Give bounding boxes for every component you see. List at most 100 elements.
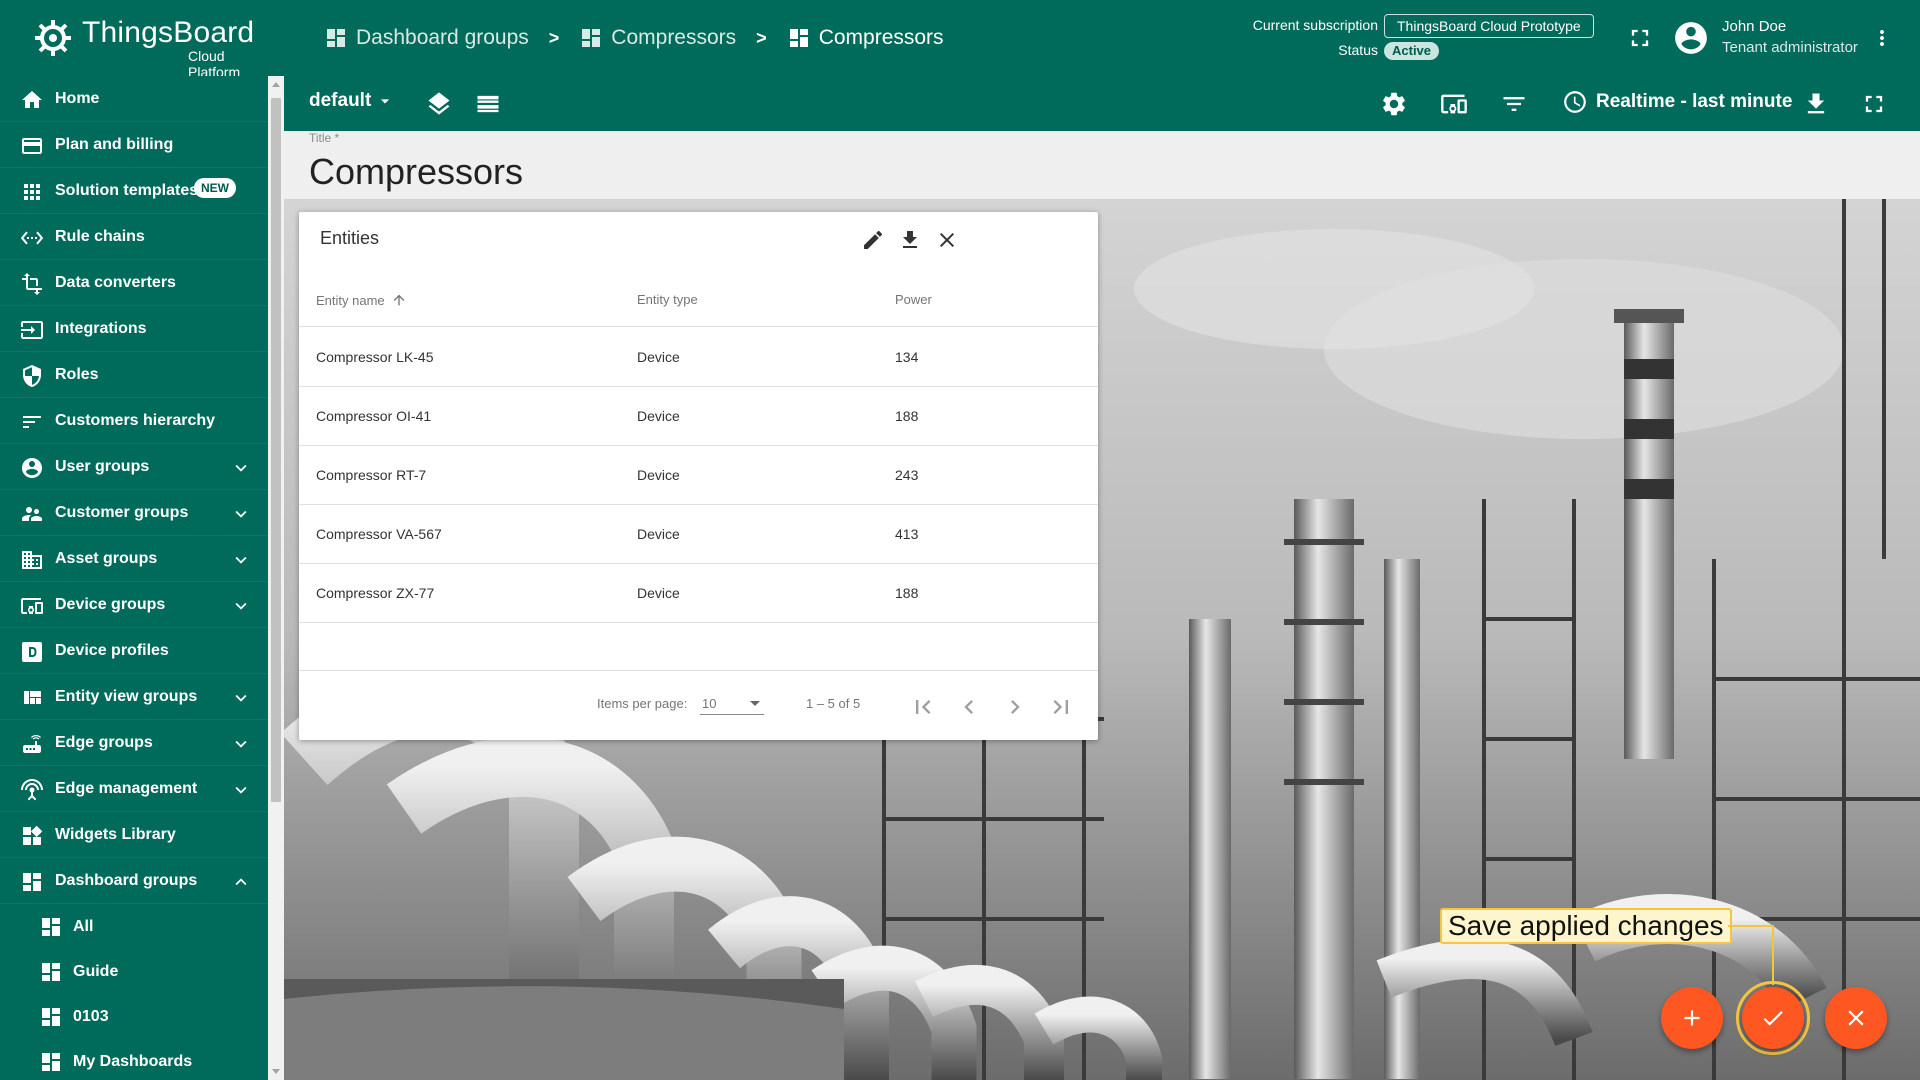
sidebar-subitem-guide[interactable]: Guide: [0, 949, 268, 994]
subscription-label: Current subscription: [1252, 17, 1378, 33]
dashboard-state-select[interactable]: default: [309, 90, 395, 112]
download-icon[interactable]: [1802, 90, 1830, 118]
sidebar-item-label: Home: [55, 90, 100, 107]
chevron-left-icon[interactable]: [955, 693, 983, 721]
sidebar-item-asset-groups[interactable]: Asset groups: [0, 536, 268, 582]
table-row[interactable]: Compressor VA-567 Device 413: [299, 505, 1098, 564]
add-widget-button[interactable]: [1661, 987, 1723, 1049]
brand-logo[interactable]: ThingsBoard Cloud Platform: [30, 10, 260, 80]
save-changes-tooltip: Save applied changes: [1440, 908, 1732, 944]
chevron-down-icon: [235, 510, 247, 518]
sidebar-item-device-groups[interactable]: Device groups: [0, 582, 268, 628]
subscription-plan-chip[interactable]: ThingsBoard Cloud Prototype: [1384, 14, 1594, 38]
close-icon[interactable]: [935, 228, 959, 252]
items-per-page-value: 10: [702, 696, 717, 711]
sidebar-item-label: Edge groups: [55, 734, 153, 751]
cell-power: 413: [895, 526, 919, 542]
supervisor-account-icon: [22, 507, 42, 521]
arrow-drop-down-icon: [381, 99, 390, 104]
scrollbar-thumb[interactable]: [271, 98, 281, 802]
cell-entity-type: Device: [637, 349, 680, 365]
top-app-bar: ThingsBoard Cloud Platform Dashboard gro…: [0, 0, 1920, 80]
column-header-entity-type[interactable]: Entity type: [637, 292, 698, 307]
cell-entity-type: Device: [637, 585, 680, 601]
sidebar-subitem-0103[interactable]: 0103: [0, 994, 268, 1039]
table-row[interactable]: Compressor OI-41 Device 188: [299, 387, 1098, 446]
sidebar-item-user-groups[interactable]: User groups: [0, 444, 268, 490]
table-row[interactable]: Compressor LK-45 Device 134: [299, 328, 1098, 387]
widgets-icon: [23, 825, 43, 845]
sidebar-subitem-all[interactable]: All: [0, 904, 268, 949]
filter-list-icon[interactable]: [1500, 90, 1528, 118]
sidebar-subitem-my-dashboards[interactable]: My Dashboards: [0, 1039, 268, 1080]
sidebar-item-entity-view-groups[interactable]: Entity view groups: [0, 674, 268, 720]
cell-entity-type: Device: [637, 467, 680, 483]
table-paginator: Items per page: 10 1 – 5 of 5: [299, 670, 1098, 740]
breadcrumb-label: Compressors: [818, 26, 944, 49]
sidebar-item-integrations[interactable]: Integrations: [0, 306, 268, 352]
user-menu[interactable]: John Doe Tenant administrator: [1672, 16, 1872, 62]
sidebar-item-home[interactable]: Home: [0, 76, 268, 122]
cell-power: 188: [895, 585, 919, 601]
dashboard-icon: [789, 29, 808, 47]
dashboard-title[interactable]: Compressors: [309, 151, 523, 193]
timewindow-button[interactable]: Realtime - last minute: [1562, 89, 1792, 115]
account-circle-icon: [22, 458, 42, 478]
sidebar-item-customer-groups[interactable]: Customer groups: [0, 490, 268, 536]
dashboard-icon: [582, 29, 601, 47]
chevron-down-icon: [235, 464, 247, 472]
device-profile-icon: [22, 642, 42, 662]
first-page-icon[interactable]: [909, 693, 937, 721]
column-header-power[interactable]: Power: [895, 292, 932, 307]
dashboard-title-field[interactable]: Title * Compressors: [284, 131, 1920, 199]
fullscreen-icon[interactable]: [1626, 24, 1654, 52]
table-row[interactable]: Compressor ZX-77 Device 188: [299, 564, 1098, 623]
fullscreen-icon[interactable]: [1860, 90, 1888, 118]
status-badge: Active: [1384, 42, 1440, 60]
timewindow-label: Realtime - last minute: [1596, 91, 1793, 112]
plus-icon: [1684, 1010, 1700, 1026]
discard-changes-button[interactable]: [1825, 987, 1887, 1049]
close-icon: [1848, 1010, 1864, 1026]
breadcrumb-item-dashboard-groups[interactable]: Dashboard groups: [324, 26, 529, 50]
column-header-entity-name[interactable]: Entity name: [316, 292, 407, 308]
sidebar-item-edge-groups[interactable]: Edge groups: [0, 720, 268, 766]
sidebar-item-rule-chains[interactable]: Rule chains: [0, 214, 268, 260]
breadcrumb: Dashboard groups > Compressors > Compres…: [324, 20, 944, 56]
sidebar-scrollbar[interactable]: [268, 76, 284, 1080]
sidebar-item-label: Roles: [55, 366, 99, 383]
sidebar: Home Plan and billing Solution templates…: [0, 76, 268, 1080]
download-icon[interactable]: [898, 228, 922, 252]
sidebar-item-dashboard-groups[interactable]: Dashboard groups: [0, 858, 268, 904]
sidebar-item-label: Edge management: [55, 780, 198, 797]
account-circle-icon: [1675, 22, 1707, 54]
breadcrumb-label: Compressors: [611, 26, 737, 49]
sidebar-item-plan-and-billing[interactable]: Plan and billing: [0, 122, 268, 168]
scroll-down-arrow-icon[interactable]: [272, 1069, 280, 1074]
sidebar-item-widgets-library[interactable]: Widgets Library: [0, 812, 268, 858]
sidebar-item-data-converters[interactable]: Data converters: [0, 260, 268, 306]
sidebar-item-customers-hierarchy[interactable]: Customers hierarchy: [0, 398, 268, 444]
dashboard-icon: [42, 1008, 60, 1026]
chevron-down-icon: [235, 740, 247, 748]
scroll-up-arrow-icon[interactable]: [272, 82, 280, 87]
layers-icon[interactable]: [425, 90, 453, 118]
sidebar-item-solution-templates[interactable]: Solution templates NEW: [0, 168, 268, 214]
sidebar-item-roles[interactable]: Roles: [0, 352, 268, 398]
sidebar-item-edge-management[interactable]: Edge management: [0, 766, 268, 812]
sidebar-item-label: Device groups: [55, 596, 166, 613]
breadcrumb-item-compressors-group[interactable]: Compressors: [579, 26, 736, 50]
sidebar-item-label: Solution templates: [55, 182, 199, 199]
edit-pencil-icon[interactable]: [861, 228, 885, 252]
settings-gear-icon[interactable]: [1380, 90, 1408, 118]
sidebar-item-device-profiles[interactable]: Device profiles: [0, 628, 268, 674]
save-changes-button[interactable]: [1742, 987, 1804, 1049]
cell-power: 188: [895, 408, 919, 424]
chevron-right-icon[interactable]: [1001, 693, 1029, 721]
last-page-icon[interactable]: [1047, 693, 1075, 721]
table-row[interactable]: Compressor RT-7 Device 243: [299, 446, 1098, 505]
items-per-page-select[interactable]: 10: [700, 691, 764, 715]
more-vert-icon[interactable]: [1870, 26, 1894, 50]
view-agenda-icon[interactable]: [474, 90, 502, 118]
devices-icon[interactable]: [1440, 90, 1468, 118]
